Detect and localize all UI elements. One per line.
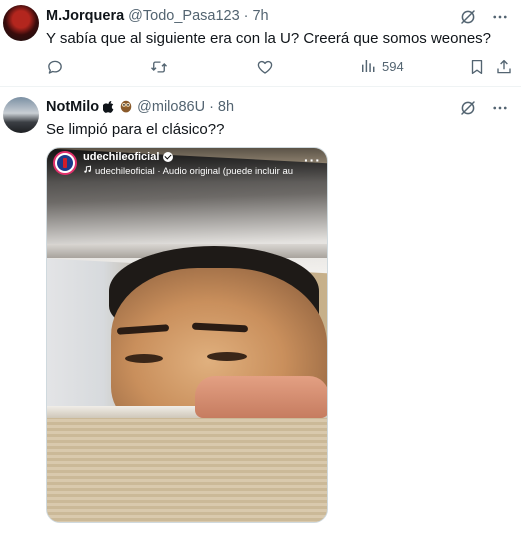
grok-icon[interactable]: [459, 99, 477, 117]
tweet-top-actions: [459, 99, 509, 117]
tweet[interactable]: M.Jorquera @Todo_Pasa123 · 7h Y sabía qu…: [0, 0, 521, 87]
timestamp[interactable]: 8h: [218, 99, 234, 115]
apple-icon: [102, 100, 115, 115]
grok-icon[interactable]: [459, 8, 477, 26]
bookmark-button[interactable]: [468, 58, 486, 76]
tweet[interactable]: NotMilo @milo86U · 8h Se limpió para el …: [0, 87, 521, 533]
tweet-top-actions: [459, 8, 509, 26]
timestamp[interactable]: 7h: [252, 8, 268, 24]
more-icon[interactable]: [491, 99, 509, 117]
tweet-text: Y sabía que al siguiente era con la U? C…: [46, 30, 491, 47]
video-username[interactable]: udechileoficial: [83, 151, 174, 163]
reply-button[interactable]: [46, 58, 64, 76]
display-name[interactable]: M.Jorquera: [46, 8, 124, 24]
owl-emoji: [119, 99, 133, 115]
more-icon[interactable]: [491, 8, 509, 26]
tweet-text: Se limpió para el clásico??: [46, 121, 225, 138]
verified-icon: [163, 152, 174, 162]
tweet-header: M.Jorquera @Todo_Pasa123 · 7h: [46, 8, 269, 24]
music-note-icon: [83, 165, 92, 177]
like-icon: [256, 58, 274, 76]
separator: ·: [209, 99, 214, 115]
reply-icon: [46, 58, 64, 76]
video-more-icon[interactable]: ···: [304, 152, 321, 168]
share-icon: [495, 58, 513, 76]
user-handle[interactable]: @milo86U: [137, 99, 205, 115]
video-audio-line[interactable]: udechileoficial · Audio original (puede …: [83, 165, 323, 177]
avatar[interactable]: [3, 97, 39, 133]
separator: ·: [243, 8, 249, 24]
tweet-header: NotMilo @milo86U · 8h: [46, 99, 234, 115]
like-button[interactable]: [256, 58, 274, 76]
bookmark-icon: [468, 58, 486, 76]
video-username-text: udechileoficial: [83, 151, 160, 163]
views-count: 594: [382, 58, 404, 74]
display-name[interactable]: NotMilo: [46, 99, 99, 115]
share-button[interactable]: [495, 58, 513, 76]
video-frame: [47, 148, 327, 522]
club-crest-avatar[interactable]: [53, 151, 77, 175]
avatar[interactable]: [3, 5, 39, 41]
tweet-actions: 594: [46, 58, 511, 76]
video-audio-text: udechileoficial · Audio original (puede …: [95, 165, 294, 177]
retweet-icon: [150, 58, 168, 76]
views-button[interactable]: 594: [360, 58, 404, 74]
views-icon: [360, 58, 376, 74]
embedded-video[interactable]: udechileoficial udechileoficial · Audio …: [46, 147, 328, 523]
retweet-button[interactable]: [150, 58, 168, 76]
user-handle[interactable]: @Todo_Pasa123: [128, 8, 239, 24]
video-overlay-header: udechileoficial udechileoficial · Audio …: [47, 148, 327, 182]
